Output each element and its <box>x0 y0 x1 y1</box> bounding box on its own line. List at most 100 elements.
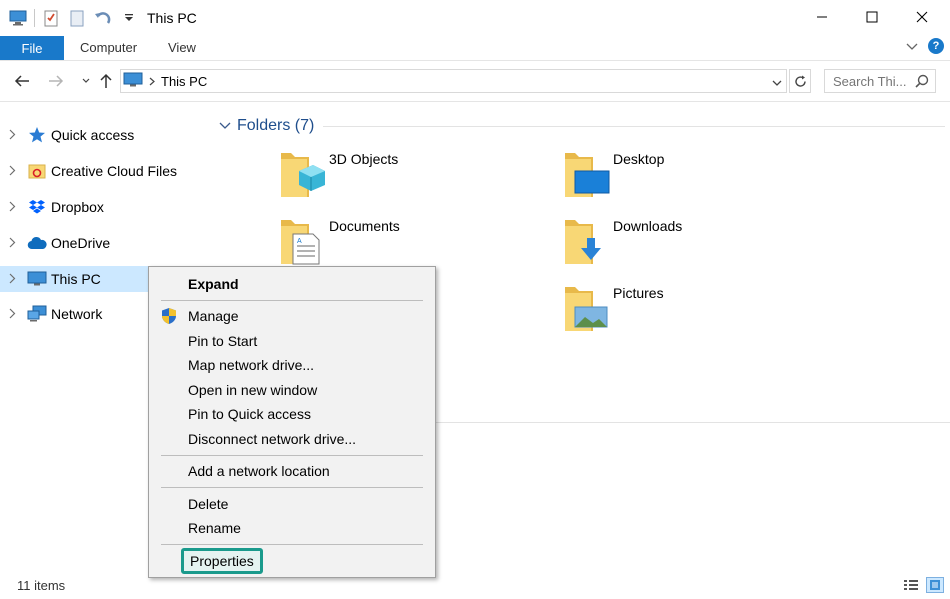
context-menu: Expand Manage Pin to Start Map network d… <box>148 266 436 578</box>
menu-item-label: Delete <box>188 496 229 512</box>
customize-toolbar-dropdown-icon[interactable] <box>119 8 139 28</box>
folder-label: Downloads <box>613 218 683 234</box>
properties-check-icon[interactable] <box>41 8 61 28</box>
minimize-icon <box>817 16 827 18</box>
folder-label: 3D Objects <box>329 151 399 167</box>
tab-computer[interactable]: Computer <box>80 40 137 55</box>
close-button[interactable] <box>897 0 947 34</box>
menu-item-map-network-drive[interactable]: Map network drive... <box>149 353 435 377</box>
computer-icon <box>123 72 143 91</box>
star-icon <box>27 126 47 144</box>
menu-item-pin-to-start[interactable]: Pin to Start <box>149 329 435 353</box>
sidebar-item-label: This PC <box>51 271 101 287</box>
menu-item-label: Manage <box>188 308 239 324</box>
forward-button[interactable] <box>46 71 66 91</box>
details-view-button[interactable] <box>902 577 920 593</box>
group-divider <box>323 126 945 127</box>
shield-icon <box>161 307 177 328</box>
arrow-up-icon <box>100 73 112 88</box>
cloud-icon <box>27 234 47 252</box>
menu-item-rename[interactable]: Rename <box>149 516 435 540</box>
refresh-button[interactable] <box>789 69 811 93</box>
view-switcher <box>902 577 944 593</box>
dropbox-icon <box>27 198 47 216</box>
large-icons-view-button[interactable] <box>926 577 944 593</box>
network-icon <box>27 305 47 323</box>
menu-item-label: Expand <box>188 276 239 292</box>
sidebar-item-label: OneDrive <box>51 235 111 251</box>
minimize-button[interactable] <box>797 0 847 34</box>
pictures-folder-icon <box>563 281 611 337</box>
menu-item-label: Open in new window <box>188 382 318 398</box>
chevron-right-icon[interactable] <box>9 308 16 319</box>
quick-access-toolbar <box>8 6 139 30</box>
menu-item-label: Rename <box>188 520 241 536</box>
chevron-right-icon[interactable] <box>9 129 16 140</box>
menu-item-add-network-location[interactable]: Add a network location <box>149 459 435 483</box>
menu-item-disconnect-network-drive[interactable]: Disconnect network drive... <box>149 427 435 451</box>
folder-label: Desktop <box>613 151 665 167</box>
up-button[interactable] <box>96 71 116 91</box>
address-bar[interactable]: This PC <box>120 69 787 93</box>
folder-item-3d-objects[interactable]: 3D Objects <box>279 147 519 203</box>
maximize-button[interactable] <box>847 0 897 34</box>
breadcrumb-chevron-icon[interactable] <box>149 74 155 89</box>
sidebar-item-label: Quick access <box>51 127 135 143</box>
toolbar-divider <box>34 9 35 27</box>
new-folder-icon[interactable] <box>67 8 87 28</box>
sidebar-item-label: Network <box>51 306 103 322</box>
downloads-folder-icon <box>563 214 611 270</box>
refresh-icon <box>794 75 806 87</box>
chevron-right-icon[interactable] <box>9 273 16 284</box>
creative-cloud-folder-icon <box>27 162 47 180</box>
tab-view[interactable]: View <box>168 40 196 55</box>
folder-item-pictures[interactable]: Pictures <box>563 281 803 337</box>
undo-icon[interactable] <box>93 8 113 28</box>
help-icon[interactable]: ? <box>928 38 944 54</box>
menu-item-open-in-new-window[interactable]: Open in new window <box>149 378 435 402</box>
arrow-left-icon <box>14 75 29 87</box>
folder-item-documents[interactable]: A Documents <box>279 214 519 270</box>
menu-item-manage[interactable]: Manage <box>149 304 435 328</box>
menu-item-label: Properties <box>181 548 263 574</box>
menu-separator <box>161 300 423 301</box>
search-input[interactable] <box>825 70 913 92</box>
menu-item-label: Disconnect network drive... <box>188 431 357 447</box>
folder-item-desktop[interactable]: Desktop <box>563 147 803 203</box>
svg-text:A: A <box>297 238 302 245</box>
menu-item-properties[interactable]: Properties <box>149 547 435 574</box>
sidebar-item-onedrive[interactable]: OneDrive <box>0 230 211 256</box>
status-bar: 11 items <box>0 573 950 599</box>
folder-item-downloads[interactable]: Downloads <box>563 214 803 270</box>
chevron-right-icon[interactable] <box>9 201 16 212</box>
documents-folder-icon: A <box>279 214 327 270</box>
search-box[interactable] <box>824 69 936 93</box>
menu-item-pin-to-quick-access[interactable]: Pin to Quick access <box>149 402 435 426</box>
tab-file[interactable]: File <box>0 36 64 60</box>
arrow-right-icon <box>49 75 64 87</box>
chevron-down-icon[interactable] <box>219 122 231 130</box>
ribbon-tabs: File Computer View ? <box>0 36 950 60</box>
chevron-right-icon[interactable] <box>9 165 16 176</box>
computer-icon <box>27 270 47 288</box>
details-view-icon <box>904 580 918 590</box>
sidebar-item-creative-cloud-files[interactable]: Creative Cloud Files <box>0 158 211 184</box>
menu-item-delete[interactable]: Delete <box>149 492 435 516</box>
search-icon[interactable] <box>915 74 929 91</box>
recent-locations-button[interactable] <box>76 71 96 91</box>
sidebar-item-this-pc[interactable]: This PC <box>0 266 152 292</box>
menu-item-expand[interactable]: Expand <box>149 272 435 296</box>
menu-separator <box>161 544 423 545</box>
breadcrumb-this-pc[interactable]: This PC <box>161 74 207 89</box>
sidebar-item-dropbox[interactable]: Dropbox <box>0 194 211 220</box>
expand-ribbon-chevron-icon[interactable] <box>906 39 918 54</box>
address-history-dropdown-icon[interactable] <box>772 75 782 90</box>
folders-group-header[interactable]: Folders (7) <box>219 117 314 135</box>
chevron-right-icon[interactable] <box>9 237 16 248</box>
desktop-folder-icon <box>563 147 611 203</box>
back-button[interactable] <box>12 71 32 91</box>
sidebar-item-quick-access[interactable]: Quick access <box>0 122 211 148</box>
group-title: Folders (7) <box>237 117 315 134</box>
menu-item-label: Pin to Start <box>188 333 258 349</box>
sidebar-item-label: Creative Cloud Files <box>51 163 178 179</box>
